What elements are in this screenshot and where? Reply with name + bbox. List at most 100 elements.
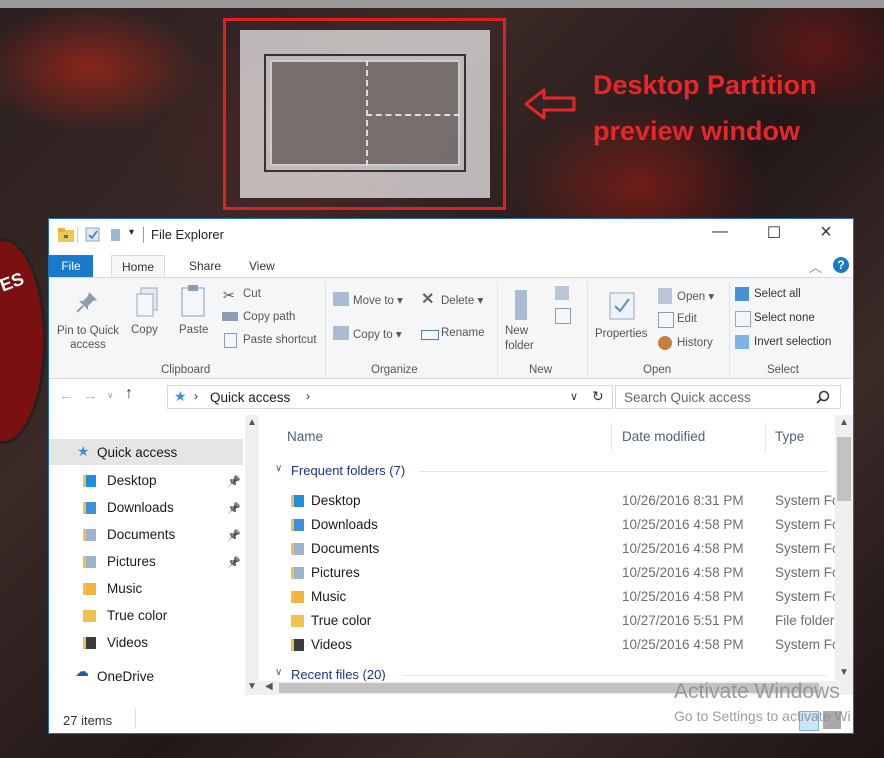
scroll-down-icon[interactable]: ▼ [839,667,849,678]
select-none-button[interactable]: Select none [754,312,815,324]
scroll-left-icon[interactable]: ◀ [265,681,273,692]
cut-button[interactable]: Cut [243,288,261,300]
path-chevron-icon[interactable]: › [194,389,198,403]
history-button[interactable]: History [677,337,713,349]
row-name[interactable]: Videos [311,637,352,652]
quick-access-toolbar-dropdown-icon[interactable]: ▾ [129,227,134,238]
row-type: System Fc [775,589,835,604]
move-to-button[interactable]: Move to ▾ [353,293,403,307]
activate-windows-title: Activate Windows [674,680,840,703]
folder-icon [83,610,96,622]
help-icon[interactable]: ? [833,257,849,273]
select-all-icon [735,287,749,301]
rename-button[interactable]: Rename [441,327,484,339]
file-list: Name Date modified Type ∨ Frequent folde… [259,415,853,695]
row-name[interactable]: Documents [311,541,379,556]
copy-button[interactable]: Copy [131,324,158,336]
nav-item[interactable]: Videos [107,635,148,650]
new-folder-line1: New [505,325,529,337]
select-none-icon [735,311,751,327]
new-group-label: New [529,364,553,376]
paste-button[interactable]: Paste [179,324,208,336]
nav-quick-access[interactable]: Quick access [97,445,177,460]
tab-file[interactable]: File [49,255,93,277]
top-bar [0,0,884,8]
paste-shortcut-button[interactable]: Paste shortcut [243,334,317,346]
address-dropdown-icon[interactable]: ∨ [570,390,578,403]
new-folder-icon [515,290,527,320]
edit-button[interactable]: Edit [677,313,697,325]
group-collapse-icon[interactable]: ∨ [275,463,282,474]
folder-icon [291,639,304,651]
nav-scrollbar[interactable]: ▲ ▼ [245,415,259,695]
nav-onedrive[interactable]: OneDrive [97,669,154,684]
content-vscrollbar[interactable]: ▲ ▼ [835,415,853,681]
minimize-button[interactable]: — [697,223,743,241]
nav-item[interactable]: Music [107,581,142,596]
refresh-icon[interactable]: ↻ [592,388,604,405]
pin-to-quick-access-button[interactable]: Pin to Quick access [53,324,123,352]
scroll-up-icon[interactable]: ▲ [247,417,257,428]
forward-button[interactable]: → [83,387,98,404]
group-recent-files[interactable]: Recent files (20) [291,667,386,682]
open-button[interactable]: Open ▾ [677,289,714,303]
row-name[interactable]: Downloads [311,517,378,532]
address-box[interactable]: ★ › Quick access › ∨ ↻ [167,385,613,409]
properties-icon [609,292,635,320]
properties-button[interactable]: Properties [595,328,647,340]
group-frequent-folders[interactable]: Frequent folders (7) [291,463,405,478]
row-date: 10/27/2016 5:51 PM [622,613,744,628]
scroll-up-icon[interactable]: ▲ [839,417,849,428]
row-name[interactable]: True color [311,613,371,628]
select-all-button[interactable]: Select all [754,288,801,300]
pinned-icon[interactable]: 📌 [227,556,241,569]
pinned-icon[interactable]: 📌 [227,529,241,542]
nav-item[interactable]: True color [107,608,167,623]
column-name[interactable]: Name [287,429,323,444]
copy-to-button[interactable]: Copy to ▾ [353,327,402,341]
new-item-icon [555,286,569,300]
recent-locations-dropdown[interactable]: ∨ [107,390,114,401]
path-chevron-icon[interactable]: › [306,389,310,403]
row-name[interactable]: Desktop [311,493,361,508]
move-to-icon [333,292,349,306]
column-type[interactable]: Type [775,429,804,444]
title-bar: ▾ File Explorer — ☐ × [49,219,853,251]
scroll-down-icon[interactable]: ▼ [247,681,257,692]
tab-share[interactable]: Share [179,255,231,277]
nav-item[interactable]: Downloads [107,500,174,515]
row-name[interactable]: Music [311,589,346,604]
history-icon [658,336,672,350]
delete-button[interactable]: Delete ▾ [441,293,483,307]
search-icon[interactable] [816,390,830,404]
breadcrumb-quick-access[interactable]: Quick access [210,390,290,405]
nav-item[interactable]: Desktop [107,473,157,488]
row-name[interactable]: Pictures [311,565,360,580]
content-scroll-thumb[interactable] [837,437,851,501]
back-button[interactable]: ← [59,387,74,404]
properties-quick-icon[interactable] [85,227,101,243]
pinned-icon[interactable]: 📌 [227,475,241,488]
group-collapse-icon[interactable]: ∨ [275,667,282,678]
nav-item[interactable]: Pictures [107,554,156,569]
new-folder-button[interactable]: New folder [505,324,534,354]
close-button[interactable]: × [803,221,849,244]
up-button[interactable]: ↑ [125,385,133,403]
copy-path-button[interactable]: Copy path [243,311,295,323]
collapse-ribbon-icon[interactable]: ︿ [809,257,822,276]
tab-home[interactable]: Home [111,255,166,278]
open-label: Open [677,291,706,303]
tab-view[interactable]: View [239,255,285,277]
maximize-button[interactable]: ☐ [751,223,797,243]
row-date: 10/26/2016 8:31 PM [622,493,744,508]
move-to-label: Move to [353,295,394,307]
new-folder-quick-icon[interactable] [109,227,123,243]
copy-path-icon [222,312,238,321]
address-bar-row: ← → ∨ ↑ ★ › Quick access › ∨ ↻ Search Qu… [49,377,853,415]
pinned-icon[interactable]: 📌 [227,502,241,515]
column-date-modified[interactable]: Date modified [622,429,705,444]
invert-selection-button[interactable]: Invert selection [754,336,831,348]
search-input[interactable]: Search Quick access [624,390,751,405]
nav-item[interactable]: Documents [107,527,175,542]
search-box[interactable]: Search Quick access [615,385,841,409]
